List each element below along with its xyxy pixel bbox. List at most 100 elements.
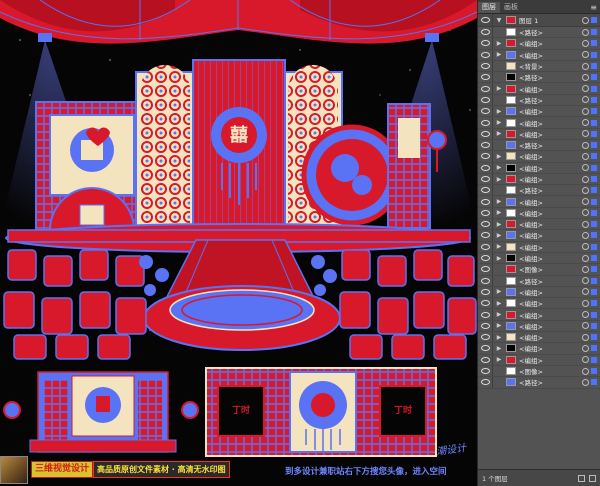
expand-arrow-icon[interactable]: ▶ bbox=[495, 356, 503, 363]
target-circle-icon[interactable] bbox=[582, 356, 589, 364]
target-circle-icon[interactable] bbox=[582, 119, 589, 127]
visibility-eye-icon[interactable] bbox=[481, 17, 490, 23]
visibility-eye-icon[interactable] bbox=[481, 345, 490, 352]
visibility-eye-icon[interactable] bbox=[481, 232, 490, 239]
target-circle-icon[interactable] bbox=[582, 39, 589, 47]
target-circle-icon[interactable] bbox=[582, 51, 589, 59]
target-circle-icon[interactable] bbox=[582, 265, 589, 273]
selection-indicator[interactable] bbox=[591, 322, 597, 329]
visibility-eye-icon[interactable] bbox=[481, 153, 490, 160]
selection-indicator[interactable] bbox=[591, 119, 597, 126]
visibility-eye-icon[interactable] bbox=[481, 108, 490, 115]
selection-indicator[interactable] bbox=[591, 379, 597, 386]
visibility-eye-icon[interactable] bbox=[481, 40, 490, 47]
selection-indicator[interactable] bbox=[591, 334, 597, 341]
target-circle-icon[interactable] bbox=[582, 288, 589, 296]
target-circle-icon[interactable] bbox=[582, 311, 589, 319]
visibility-eye-icon[interactable] bbox=[481, 142, 490, 149]
target-circle-icon[interactable] bbox=[582, 344, 589, 352]
target-circle-icon[interactable] bbox=[582, 85, 589, 93]
selection-indicator[interactable] bbox=[591, 232, 597, 239]
layer-row[interactable]: <路径> bbox=[478, 72, 600, 84]
layer-row[interactable]: ▶ <编组> bbox=[478, 49, 600, 61]
expand-arrow-icon[interactable]: ▶ bbox=[495, 255, 503, 262]
selection-indicator[interactable] bbox=[591, 176, 597, 182]
layer-row[interactable]: <背景> bbox=[478, 60, 600, 73]
selection-indicator[interactable] bbox=[591, 187, 597, 194]
target-circle-icon[interactable] bbox=[582, 186, 589, 194]
expand-arrow-icon[interactable]: ▶ bbox=[495, 209, 503, 216]
visibility-eye-icon[interactable] bbox=[481, 255, 490, 262]
selection-indicator[interactable] bbox=[591, 108, 597, 115]
layer-row[interactable]: <路径> bbox=[478, 139, 600, 152]
target-circle-icon[interactable] bbox=[582, 231, 589, 239]
layer-row[interactable]: ▶ <编组> bbox=[478, 38, 600, 50]
visibility-eye-icon[interactable] bbox=[481, 130, 490, 137]
selection-indicator[interactable] bbox=[591, 63, 597, 70]
expand-arrow-icon[interactable]: ▶ bbox=[495, 198, 503, 205]
expand-arrow-icon[interactable]: ▶ bbox=[495, 221, 503, 228]
visibility-eye-icon[interactable] bbox=[481, 334, 490, 341]
target-circle-icon[interactable] bbox=[582, 378, 589, 386]
selection-indicator[interactable] bbox=[591, 130, 597, 137]
selection-indicator[interactable] bbox=[591, 266, 597, 273]
delete-layer-icon[interactable] bbox=[589, 474, 596, 482]
target-circle-icon[interactable] bbox=[582, 198, 589, 206]
target-circle-icon[interactable] bbox=[582, 107, 589, 115]
visibility-eye-icon[interactable] bbox=[481, 176, 490, 182]
target-circle-icon[interactable] bbox=[582, 175, 589, 183]
target-circle-icon[interactable] bbox=[582, 28, 589, 36]
visibility-eye-icon[interactable] bbox=[481, 29, 490, 36]
visibility-eye-icon[interactable] bbox=[481, 322, 490, 329]
layer-row[interactable]: ▶ <编组> bbox=[478, 83, 600, 95]
target-circle-icon[interactable] bbox=[582, 62, 589, 70]
visibility-eye-icon[interactable] bbox=[481, 368, 490, 375]
layer-row[interactable]: ▶ <编组> bbox=[478, 207, 600, 220]
selection-indicator[interactable] bbox=[591, 288, 597, 295]
expand-arrow-icon[interactable]: ▶ bbox=[495, 85, 503, 92]
layer-row[interactable]: ▶ <编组> bbox=[478, 196, 600, 208]
expand-arrow-icon[interactable]: ▼ bbox=[495, 17, 503, 24]
visibility-eye-icon[interactable] bbox=[481, 209, 490, 216]
panel-menu-icon[interactable]: ≡ bbox=[590, 2, 600, 13]
layer-row[interactable]: ▶ <编组> bbox=[478, 298, 600, 310]
tab-layers[interactable]: 图层 bbox=[478, 2, 500, 13]
layer-row[interactable]: ▶ <编组> bbox=[478, 320, 600, 333]
target-circle-icon[interactable] bbox=[582, 243, 589, 251]
artboard-canvas[interactable]: 囍 丁时 丁时 bbox=[0, 0, 477, 486]
selection-indicator[interactable] bbox=[591, 164, 597, 171]
layer-group-row[interactable]: ▼ 图层 1 bbox=[478, 14, 600, 27]
selection-indicator[interactable] bbox=[591, 209, 597, 216]
layer-row[interactable]: ▶ <编组> bbox=[478, 219, 600, 231]
target-circle-icon[interactable] bbox=[582, 220, 589, 228]
visibility-eye-icon[interactable] bbox=[481, 356, 490, 363]
visibility-eye-icon[interactable] bbox=[481, 164, 490, 171]
expand-arrow-icon[interactable]: ▶ bbox=[495, 288, 503, 295]
visibility-eye-icon[interactable] bbox=[481, 85, 490, 92]
target-circle-icon[interactable] bbox=[582, 254, 589, 262]
selection-indicator[interactable] bbox=[591, 277, 597, 284]
target-circle-icon[interactable] bbox=[582, 333, 589, 341]
layer-row[interactable]: ▶ <编组> bbox=[478, 162, 600, 174]
expand-arrow-icon[interactable]: ▶ bbox=[495, 40, 503, 47]
layer-row[interactable]: <图像> bbox=[478, 365, 600, 378]
expand-arrow-icon[interactable]: ▶ bbox=[495, 232, 503, 239]
visibility-eye-icon[interactable] bbox=[481, 63, 490, 70]
expand-arrow-icon[interactable]: ▶ bbox=[495, 119, 503, 126]
selection-indicator[interactable] bbox=[591, 51, 597, 58]
target-circle-icon[interactable] bbox=[582, 16, 589, 24]
selection-indicator[interactable] bbox=[591, 17, 597, 23]
visibility-eye-icon[interactable] bbox=[481, 311, 490, 318]
expand-arrow-icon[interactable]: ▶ bbox=[495, 130, 503, 137]
selection-indicator[interactable] bbox=[591, 198, 597, 205]
target-circle-icon[interactable] bbox=[582, 96, 589, 104]
selection-indicator[interactable] bbox=[591, 311, 597, 318]
layer-row[interactable]: ▶ <编组> bbox=[478, 343, 600, 355]
selection-indicator[interactable] bbox=[591, 368, 597, 375]
expand-arrow-icon[interactable]: ▶ bbox=[495, 300, 503, 307]
selection-indicator[interactable] bbox=[591, 40, 597, 47]
expand-arrow-icon[interactable]: ▶ bbox=[495, 334, 503, 341]
selection-indicator[interactable] bbox=[591, 142, 597, 149]
expand-arrow-icon[interactable]: ▶ bbox=[495, 176, 503, 183]
expand-arrow-icon[interactable]: ▶ bbox=[495, 345, 503, 352]
